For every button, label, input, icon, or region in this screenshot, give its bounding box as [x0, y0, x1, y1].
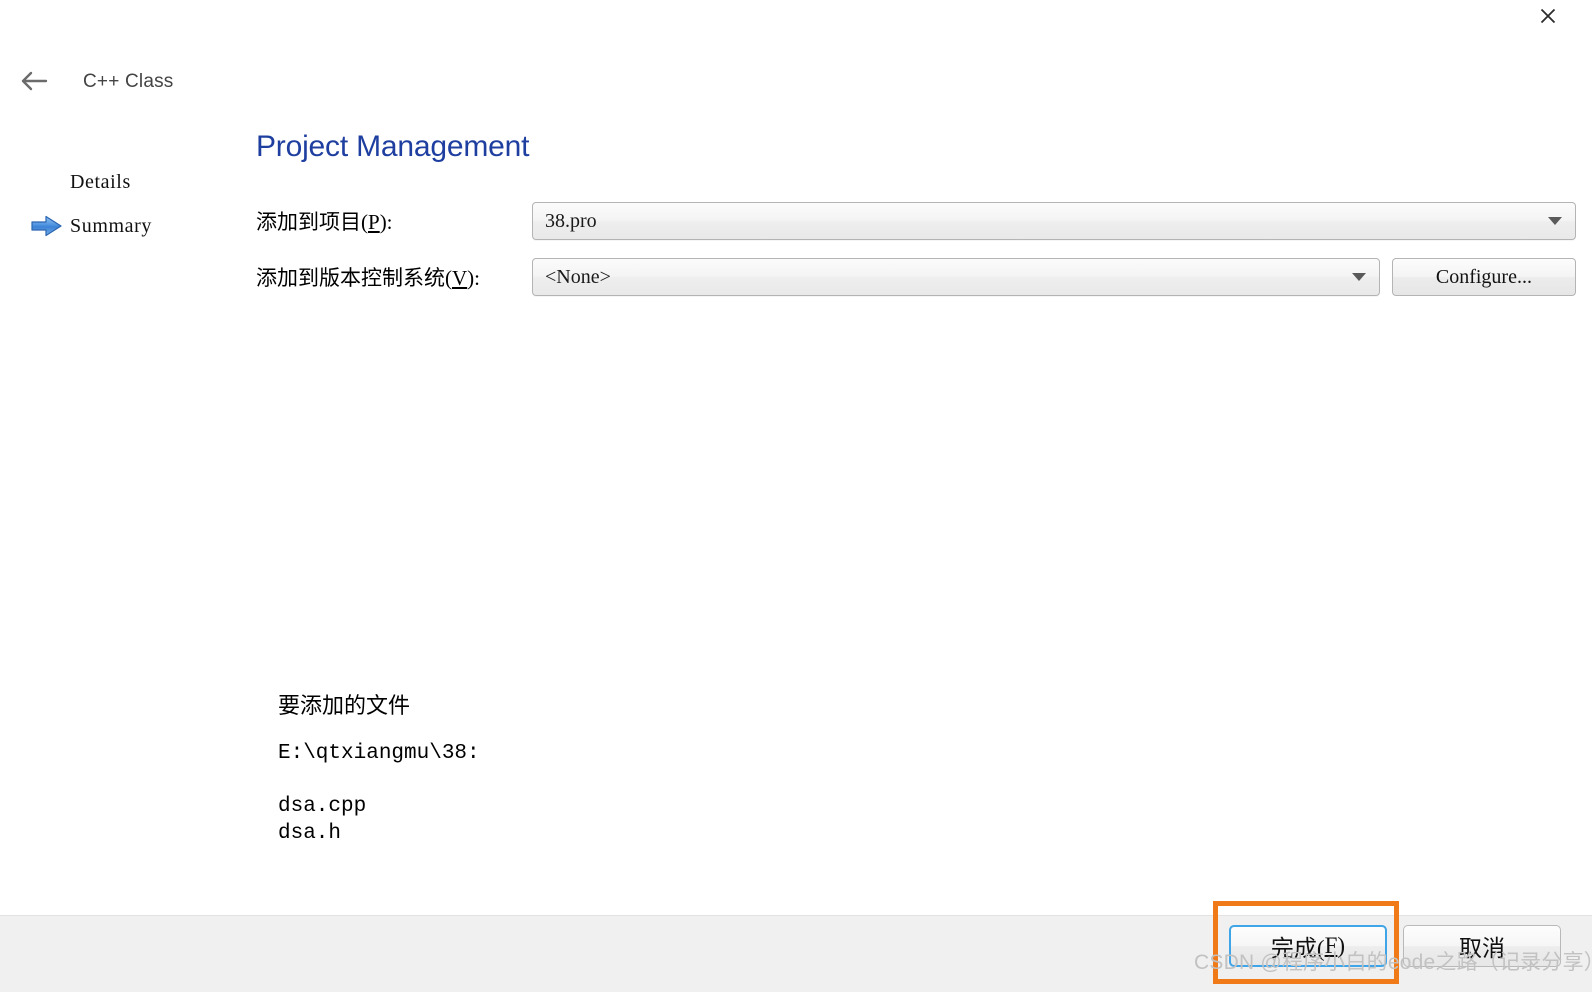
add-to-vcs-combobox[interactable]: <None> [532, 258, 1380, 296]
finish-button[interactable]: 完成(F) [1229, 925, 1387, 967]
files-to-add-heading: 要添加的文件 [278, 693, 411, 718]
label-add-to-project: 添加到项目(P): [256, 206, 532, 236]
close-icon [1538, 6, 1558, 26]
step-item-details[interactable]: Details [0, 160, 240, 204]
header-nav: C++ Class [14, 64, 174, 100]
finish-button-prefix: 完成( [1270, 936, 1325, 961]
add-to-vcs-value: <None> [545, 265, 611, 288]
label-add-to-project-prefix: 添加到项目( [256, 210, 368, 234]
add-to-project-value: 38.pro [545, 209, 597, 232]
finish-button-accel: F [1324, 933, 1338, 958]
label-add-to-project-suffix: ): [379, 210, 393, 234]
label-add-to-project-accel: P [368, 210, 380, 234]
finish-button-suffix: ) [1337, 933, 1346, 958]
label-add-to-vcs-prefix: 添加到版本控制系统( [256, 266, 452, 290]
label-add-to-vcs: 添加到版本控制系统(V): [256, 262, 532, 292]
files-to-add-path: E:\qtxiangmu\38: [278, 742, 480, 765]
files-to-add-list: dsa.cpp dsa.h [278, 793, 480, 847]
form-row-add-to-project: 添加到项目(P): 38.pro [256, 202, 1576, 240]
wizard-step-list: Details Summary [0, 160, 240, 248]
step-marker-details [30, 169, 70, 195]
list-item: dsa.cpp [278, 795, 367, 818]
step-item-summary[interactable]: Summary [0, 204, 240, 248]
arrow-left-icon [19, 70, 49, 95]
list-item: dsa.h [278, 822, 342, 845]
configure-button[interactable]: Configure... [1391, 258, 1576, 296]
step-label-details: Details [70, 170, 131, 193]
add-to-project-combobox[interactable]: 38.pro [532, 202, 1576, 240]
close-button[interactable] [1524, 0, 1572, 32]
back-button[interactable] [14, 64, 54, 100]
chevron-down-icon [1548, 217, 1562, 225]
chevron-down-icon [1351, 273, 1366, 281]
files-to-add-block: 要添加的文件 E:\qtxiangmu\38: dsa.cpp dsa.h [278, 688, 480, 847]
step-label-summary: Summary [70, 214, 152, 237]
form-row-add-to-vcs: 添加到版本控制系统(V): <None> Configure... [256, 258, 1576, 296]
wizard-window: C++ Class Details Summary Project Manage… [0, 0, 1592, 992]
page-title: Project Management [256, 130, 530, 163]
wizard-title: C++ Class [83, 71, 174, 92]
label-add-to-vcs-accel: V [452, 266, 468, 290]
arrow-right-icon [30, 213, 70, 239]
label-add-to-vcs-suffix: ): [467, 266, 480, 290]
cancel-button[interactable]: 取消 [1403, 925, 1561, 967]
